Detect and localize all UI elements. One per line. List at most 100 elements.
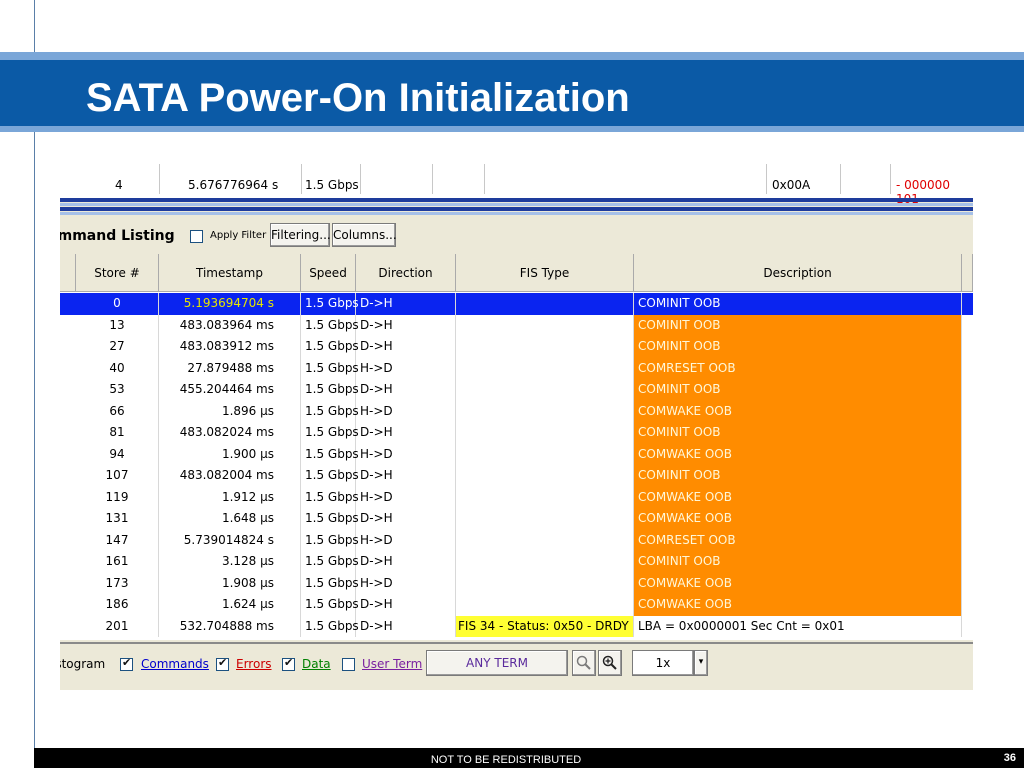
table-row[interactable]: 27 483.083912 ms 1.5 Gbps D->H COMINIT OOB: [60, 336, 973, 358]
user-term-checkbox[interactable]: [342, 658, 355, 671]
cell-fis-type: [456, 508, 634, 530]
cell-speed: 1.5 Gbps: [301, 400, 359, 422]
cell-store: 131: [76, 508, 159, 530]
cell-speed: 1.5 Gbps: [301, 551, 359, 573]
table-row[interactable]: 186 1.624 µs 1.5 Gbps D->H COMWAKE OOB: [60, 594, 973, 616]
cell-description: COMWAKE OOB: [634, 443, 962, 465]
header-speed[interactable]: Speed: [301, 254, 356, 292]
bottom-toolbar: istogram Commands Errors Data User Term …: [60, 642, 973, 690]
table-row[interactable]: 13 483.083964 ms 1.5 Gbps D->H COMINIT OOB: [60, 314, 973, 336]
header-store[interactable]: Store #: [76, 254, 159, 292]
user-term-link[interactable]: User Term: [362, 657, 422, 671]
cell-timestamp: 1.648 µs: [159, 508, 301, 530]
table-row[interactable]: 53 455.204464 ms 1.5 Gbps D->H COMINIT OOB: [60, 379, 973, 401]
cell-fis-type: [456, 357, 634, 379]
cell-store: 147: [76, 529, 159, 551]
column-divider: [159, 164, 160, 194]
cell-fis-type: [456, 486, 634, 508]
header-gutter: [60, 254, 76, 292]
filtering-button[interactable]: Filtering...: [270, 223, 331, 247]
header-direction[interactable]: Direction: [356, 254, 456, 292]
errors-link[interactable]: Errors: [236, 657, 272, 671]
columns-button[interactable]: Columns...: [332, 223, 397, 247]
cell-description: LBA = 0x0000001 Sec Cnt = 0x01: [634, 615, 962, 637]
top-row-store: 4: [115, 178, 123, 192]
table-row[interactable]: 147 5.739014824 s 1.5 Gbps H->D COMRESET OOB: [60, 529, 973, 551]
cell-description: COMWAKE OOB: [634, 508, 962, 530]
cell-direction: D->H: [356, 293, 456, 315]
data-checkbox[interactable]: [282, 656, 295, 671]
pane-separator[interactable]: [60, 198, 973, 218]
table-row[interactable]: 66 1.896 µs 1.5 Gbps H->D COMWAKE OOB: [60, 400, 973, 422]
commands-checkbox[interactable]: [120, 656, 133, 671]
cell-speed: 1.5 Gbps: [301, 465, 359, 487]
cell-fis-type: [456, 594, 634, 616]
cell-timestamp: 1.912 µs: [159, 486, 301, 508]
header-timestamp[interactable]: Timestamp: [159, 254, 301, 292]
any-term-button[interactable]: ANY TERM: [426, 650, 568, 676]
cell-description: COMRESET OOB: [634, 357, 962, 379]
cell-description: COMWAKE OOB: [634, 572, 962, 594]
table-row[interactable]: 119 1.912 µs 1.5 Gbps H->D COMWAKE OOB: [60, 486, 973, 508]
table-row[interactable]: 131 1.648 µs 1.5 Gbps D->H COMWAKE OOB: [60, 508, 973, 530]
chevron-down-icon[interactable]: ▾: [694, 650, 708, 676]
histogram-label: istogram: [60, 657, 106, 671]
cell-direction: D->H: [356, 551, 456, 573]
cell-store: 173: [76, 572, 159, 594]
cell-fis-type: FIS 34 - Status: 0x50 - DRDY: [456, 615, 634, 637]
cell-speed: 1.5 Gbps: [301, 336, 359, 358]
cell-direction: D->H: [356, 465, 456, 487]
commands-link[interactable]: Commands: [141, 657, 209, 671]
cell-store: 201: [76, 615, 159, 637]
cell-speed: 1.5 Gbps: [301, 357, 359, 379]
table-row[interactable]: 0 5.193694704 s 1.5 Gbps D->H COMINIT OOB: [60, 293, 973, 315]
cell-store: 40: [76, 357, 159, 379]
cell-store: 119: [76, 486, 159, 508]
table-row[interactable]: 81 483.082024 ms 1.5 Gbps D->H COMINIT OOB: [60, 422, 973, 444]
cell-store: 66: [76, 400, 159, 422]
table-row[interactable]: 40 27.879488 ms 1.5 Gbps H->D COMRESET OOB: [60, 357, 973, 379]
cell-description: COMINIT OOB: [634, 465, 962, 487]
apply-filter-checkbox[interactable]: [190, 230, 203, 243]
errors-checkbox[interactable]: [216, 656, 229, 671]
cell-speed: 1.5 Gbps: [301, 422, 359, 444]
cell-speed: 1.5 Gbps: [301, 615, 359, 637]
cell-fis-type: [456, 443, 634, 465]
cell-timestamp: 483.082004 ms: [159, 465, 301, 487]
table-row[interactable]: 173 1.908 µs 1.5 Gbps H->D COMWAKE OOB: [60, 572, 973, 594]
analyzer-screenshot: 4 5.676776964 s 1.5 Gbps 0x00A - 000000 …: [60, 158, 973, 690]
cell-timestamp: 1.896 µs: [159, 400, 301, 422]
table-row[interactable]: 161 3.128 µs 1.5 Gbps D->H COMINIT OOB: [60, 551, 973, 573]
page-number: 36: [1003, 752, 1016, 764]
cell-description: COMRESET OOB: [634, 529, 962, 551]
cell-direction: D->H: [356, 594, 456, 616]
cell-store: 107: [76, 465, 159, 487]
cell-timestamp: 455.204464 ms: [159, 379, 301, 401]
slide-title-bar: SATA Power-On Initialization: [0, 52, 1024, 132]
cell-speed: 1.5 Gbps: [301, 508, 359, 530]
column-divider: [301, 164, 302, 194]
cell-timestamp: 3.128 µs: [159, 551, 301, 573]
cell-fis-type: [456, 422, 634, 444]
table-row[interactable]: 94 1.900 µs 1.5 Gbps H->D COMWAKE OOB: [60, 443, 973, 465]
header-fis-type[interactable]: FIS Type: [456, 254, 634, 292]
header-description[interactable]: Description: [634, 254, 962, 292]
magnifier-icon: [576, 655, 591, 670]
zoom-in-button[interactable]: [598, 650, 622, 676]
cell-fis-type: [456, 379, 634, 401]
slide-footer: NOT TO BE REDISTRIBUTED 36: [34, 748, 1024, 768]
cell-description: COMINIT OOB: [634, 551, 962, 573]
cell-direction: D->H: [356, 336, 456, 358]
zoom-select[interactable]: 1x: [632, 650, 694, 676]
table-row[interactable]: 201 532.704888 ms 1.5 Gbps D->H FIS 34 - Sta…: [60, 615, 973, 637]
cell-speed: 1.5 Gbps: [301, 379, 359, 401]
table-row[interactable]: 107 483.082004 ms 1.5 Gbps D->H COMINIT OOB: [60, 465, 973, 487]
separator-stripe: [60, 212, 973, 215]
data-link[interactable]: Data: [302, 657, 331, 671]
zoom-out-button[interactable]: [572, 650, 596, 676]
cell-description: COMINIT OOB: [634, 379, 962, 401]
cell-timestamp: 27.879488 ms: [159, 357, 301, 379]
cell-description: COMINIT OOB: [634, 314, 962, 336]
cell-store: 27: [76, 336, 159, 358]
footer-note: NOT TO BE REDISTRIBUTED: [430, 754, 582, 766]
